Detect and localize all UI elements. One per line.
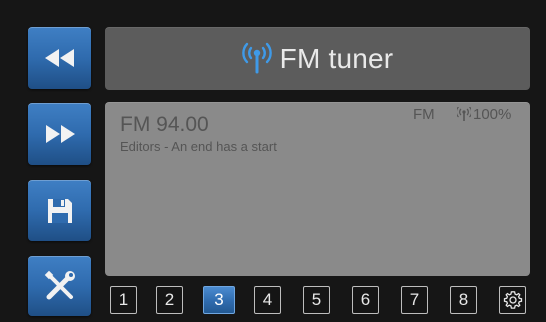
preset-6-button[interactable]: 6 (352, 286, 379, 314)
signal-antenna-icon (457, 107, 471, 121)
preset-7-button[interactable]: 7 (401, 286, 428, 314)
antenna-icon (241, 42, 272, 73)
preset-5-button[interactable]: 5 (303, 286, 330, 314)
preset-settings-button[interactable] (499, 286, 526, 314)
preset-8-button[interactable]: 8 (450, 286, 477, 314)
gear-icon (503, 291, 522, 309)
frequency-label: FM 94.00 (120, 113, 209, 136)
preset-1-button[interactable]: 1 (110, 286, 137, 314)
save-icon (47, 198, 72, 223)
save-button[interactable] (28, 180, 91, 241)
preset-4-button[interactable]: 4 (254, 286, 281, 314)
fast-forward-icon (45, 125, 75, 143)
preset-3-button[interactable]: 3 (203, 286, 235, 314)
rewind-button[interactable] (28, 27, 91, 89)
fast-forward-button[interactable] (28, 103, 91, 165)
signal-strength: 100% (457, 106, 511, 123)
header-bar: FM tuner (105, 27, 530, 90)
page-title: FM tuner (279, 42, 394, 74)
rewind-icon (44, 49, 74, 67)
rds-text: Editors - An end has a start (120, 139, 277, 154)
signal-value: 100% (473, 106, 512, 123)
band-label: FM (413, 106, 435, 123)
preset-bar: 1 2 3 4 5 6 7 8 (0, 286, 546, 316)
preset-2-button[interactable]: 2 (156, 286, 183, 314)
station-panel: FM 94.00 Editors - An end has a start FM… (105, 102, 530, 276)
